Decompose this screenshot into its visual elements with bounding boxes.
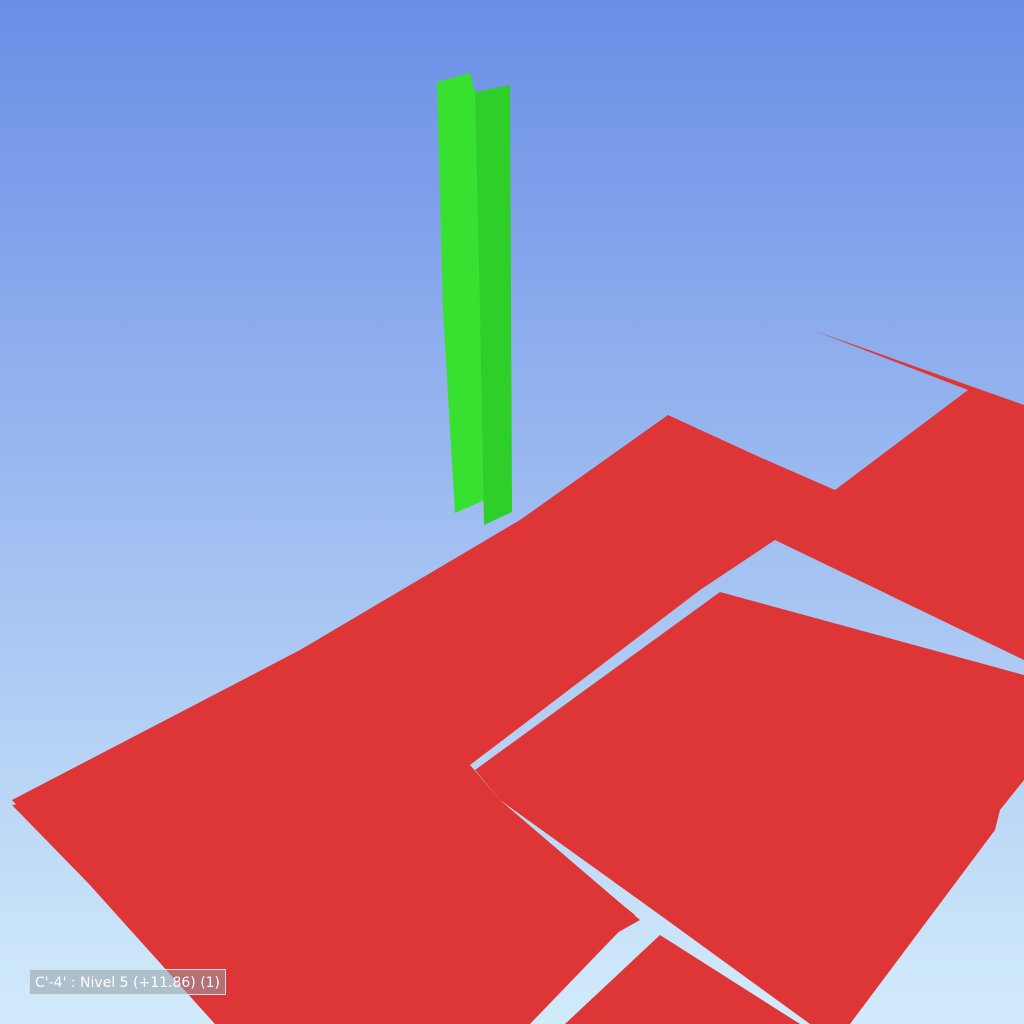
status-label: C'-4' : Nivel 5 (+11.86) (1): [29, 969, 227, 995]
3d-viewport[interactable]: C'-4' : Nivel 5 (+11.86) (1): [0, 0, 1024, 1024]
scene-canvas[interactable]: [0, 0, 1024, 1024]
